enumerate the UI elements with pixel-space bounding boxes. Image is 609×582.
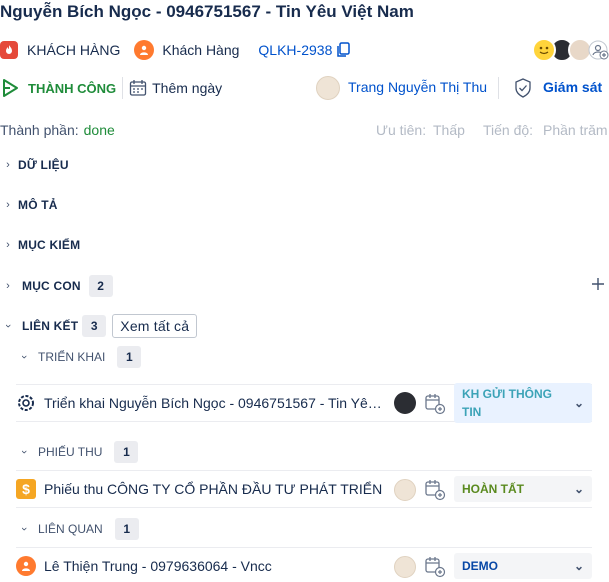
person-icon [16,556,36,576]
link-group-header[interactable]: › TRIỂN KHAI 1 [16,345,142,369]
chevron-down-icon: › [2,324,14,328]
component-value[interactable]: done [84,122,115,138]
link-group-name: PHIẾU THU [38,445,103,459]
chevron-down-icon: ⌄ [573,396,584,410]
avatar [394,556,416,578]
add-subtask-icon[interactable] [424,393,446,415]
chevron-right-icon: › [6,199,10,211]
status-text: KH GỬI THÔNG TIN [462,387,552,419]
watch-button[interactable]: Giám sát [543,79,602,95]
section-title: MỤC CON [22,279,81,293]
count-badge: 2 [88,275,113,297]
count-badge: 3 [82,315,107,337]
play-status-icon [0,78,20,98]
chevron-down-icon: › [18,527,30,531]
section-title: LIÊN KẾT [22,319,79,333]
gear-icon [16,393,36,413]
divider [498,77,499,99]
copy-icon[interactable] [336,42,351,58]
status-button[interactable]: THÀNH CÔNG [28,81,116,96]
list-item[interactable]: Lê Thiện Trung - 0979636064 - Vncc DEMO … [16,547,592,582]
link-group-header[interactable]: › LIÊN QUAN 1 [16,517,139,541]
chevron-down-icon: ⌄ [573,482,584,496]
plus-icon[interactable] [591,277,605,291]
section-links[interactable]: › LIÊN KẾT 3 Xem tất cả [0,314,198,338]
fire-icon [0,41,18,59]
add-watcher-icon[interactable] [588,38,609,62]
issue-key-link[interactable]: QLKH-2938 [258,42,332,58]
add-date-button[interactable]: Thêm ngày [152,80,222,96]
linked-issue-title[interactable]: Lê Thiện Trung - 0979636064 - Vncc [44,558,384,574]
page-title: Nguyễn Bích Ngọc - 0946751567 - Tin Yêu … [0,2,414,21]
divider [122,77,124,99]
chevron-down-icon: ⌄ [573,559,584,573]
chevron-right-icon: › [6,159,10,171]
watchers-group[interactable] [532,38,609,62]
view-all-button[interactable]: Xem tất cả [112,314,198,338]
status-dropdown[interactable]: DEMO ⌄ [454,553,592,579]
count-badge: 1 [114,518,139,540]
progress-value[interactable]: Phần trăm [543,122,608,138]
link-group-name: TRIỂN KHAI [38,350,106,364]
assignee-name[interactable]: Trang Nguyễn Thị Thu [348,79,487,95]
chevron-down-icon: › [18,355,30,359]
progress-label: Tiến độ: [483,122,534,138]
section-checklist[interactable]: › MỤC KIỂM [0,235,80,255]
shield-check-icon [514,78,532,98]
count-badge: 1 [117,346,142,368]
calendar-icon [129,79,147,97]
list-item[interactable]: Triển khai Nguyễn Bích Ngọc - 0946751567… [16,383,592,423]
avatar [394,392,416,414]
priority-value[interactable]: Thấp [433,122,465,138]
add-subtask-icon[interactable] [424,479,446,501]
issue-type-label: KHÁCH HÀNG [27,42,121,58]
link-group-name: LIÊN QUAN [38,522,103,536]
chevron-down-icon: › [18,450,30,454]
status-text: HOÀN TẤT [462,482,524,496]
link-group-header[interactable]: › PHIẾU THU 1 [16,440,139,464]
section-title: MÔ TẢ [18,198,58,212]
status-text: DEMO [462,559,498,573]
linked-issue-title[interactable]: Triển khai Nguyễn Bích Ngọc - 0946751567… [44,395,384,411]
person-icon [134,40,155,60]
linked-issue-title[interactable]: Phiếu thu CÔNG TY CỔ PHẦN ĐẦU TƯ PHÁT TR… [44,481,384,497]
status-dropdown[interactable]: HOÀN TẤT ⌄ [454,476,592,502]
section-data[interactable]: › DỮ LIỆU [0,155,69,175]
count-badge: 1 [114,441,139,463]
customer-type-label: Khách Hàng [162,42,240,58]
emoji-face-icon [532,38,556,62]
section-title: DỮ LIỆU [18,158,69,172]
add-subtask-icon[interactable] [424,556,446,578]
chevron-right-icon: › [6,239,10,251]
chevron-right-icon: › [6,280,10,292]
section-title: MỤC KIỂM [18,238,81,252]
section-description[interactable]: › MÔ TẢ [0,195,58,215]
dollar-icon: $ [16,479,36,499]
component-label: Thành phần: [0,122,79,138]
status-dropdown[interactable]: KH GỬI THÔNG TIN ⌄ [454,383,592,423]
assignee-avatar [316,76,340,100]
list-item[interactable]: $ Phiếu thu CÔNG TY CỔ PHẦN ĐẦU TƯ PHÁT … [16,470,592,508]
priority-label: Ưu tiên: [376,122,427,138]
section-subtasks[interactable]: › MỤC CON 2 [0,274,609,298]
avatar [394,479,416,501]
